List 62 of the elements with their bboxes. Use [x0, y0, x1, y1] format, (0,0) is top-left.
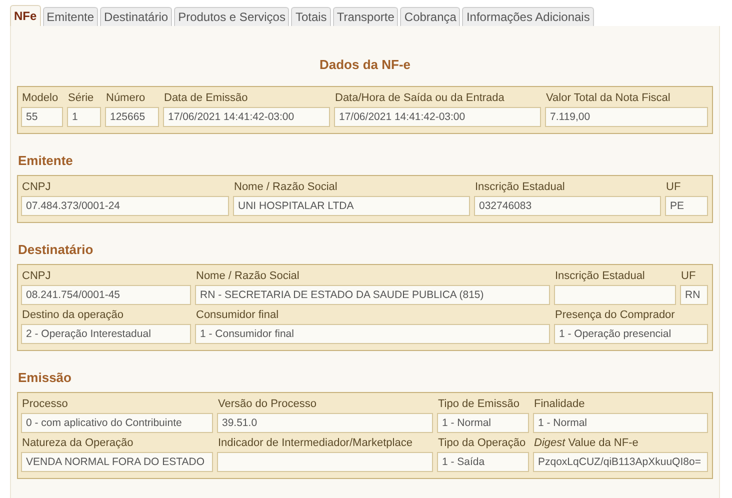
field-label: CNPJ [21, 269, 52, 284]
field-label: Inscrição Estadual [474, 180, 566, 195]
tab[interactable]: Informações Adicionais [462, 7, 594, 26]
input-field[interactable]: 1 - Consumidor final [195, 324, 550, 344]
field-label: Nome / Razão Social [233, 180, 338, 195]
field-label: Versão do Processo [217, 397, 318, 412]
field-label: Tipo da Operação [437, 436, 527, 451]
input-field[interactable]: VENDA NORMAL FORA DO ESTADO [21, 452, 213, 472]
field-label: Data/Hora de Saída ou da Entrada [334, 91, 506, 106]
input-field[interactable]: 1 - Operação presencial [554, 324, 708, 344]
section-heading: Emitente [17, 152, 74, 170]
input-field[interactable]: 17/06/2021 14:41:42-03:00 [163, 107, 330, 127]
field-label: Nome / Razão Social [195, 269, 300, 284]
field-label: Data de Emissão [163, 91, 249, 106]
input-field[interactable]: 1 - Normal [437, 413, 529, 433]
input-field[interactable]: PE [665, 196, 708, 216]
section-heading: Emissão [17, 369, 72, 387]
input-field[interactable]: 125665 [105, 107, 159, 127]
section-heading: Destinatário [17, 241, 94, 259]
field-label: Indicador de Intermediador/Marketplace [217, 436, 414, 451]
input-field[interactable]: 7.119,00 [545, 107, 708, 127]
input-field[interactable] [217, 452, 433, 472]
input-field[interactable]: 0 - com aplicativo do Contribuinte [21, 413, 213, 433]
tab[interactable]: Destinatário [100, 7, 172, 26]
input-field[interactable]: 17/06/2021 14:41:42-03:00 [334, 107, 541, 127]
input-field[interactable] [554, 285, 676, 305]
tab[interactable]: Emitente [42, 7, 98, 26]
tab[interactable]: Transporte [332, 7, 398, 26]
input-field[interactable]: RN [680, 285, 708, 305]
tab[interactable]: NFe [10, 5, 41, 26]
input-field[interactable]: 07.484.373/0001-24 [21, 196, 229, 216]
field-label: UF [665, 180, 682, 195]
input-field[interactable]: 39.51.0 [217, 413, 433, 433]
input-field[interactable]: UNI HOSPITALAR LTDA [233, 196, 470, 216]
field-label: Natureza da Operação [21, 436, 134, 451]
input-field[interactable]: 2 - Operação Interestadual [21, 324, 191, 344]
tab[interactable]: Cobrança [400, 7, 460, 26]
field-label: Série [67, 91, 95, 106]
field-label: Digest Value da NF-e [533, 436, 640, 451]
field-label: Tipo de Emissão [437, 397, 521, 412]
field-label: Consumidor final [195, 308, 280, 323]
field-label: Processo [21, 397, 69, 412]
field-label: UF [680, 269, 697, 284]
field-label: Número [105, 91, 146, 106]
field-label: Modelo [21, 91, 60, 106]
input-field[interactable]: 1 - Saída [437, 452, 529, 472]
field-label: Inscrição Estadual [554, 269, 646, 284]
input-field[interactable]: PzqoxLqCUZ/qiB113ApXkuuQI8o= [533, 452, 708, 472]
input-field[interactable]: RN - SECRETARIA DE ESTADO DA SAUDE PUBLICA (815) [195, 285, 550, 305]
field-label: CNPJ [21, 180, 52, 195]
field-label: Valor Total da Nota Fiscal [545, 91, 672, 106]
field-label: Presença do Comprador [554, 308, 676, 323]
section-heading: Dados da NF-e [318, 56, 412, 74]
field-label: Destino da operação [21, 308, 125, 323]
input-field[interactable]: 08.241.754/0001-45 [21, 285, 191, 305]
input-field[interactable]: 032746083 [474, 196, 661, 216]
tab[interactable]: Totais [291, 7, 331, 26]
input-field[interactable]: 1 [67, 107, 101, 127]
tab[interactable]: Produtos e Serviços [174, 7, 290, 26]
input-field[interactable]: 1 - Normal [533, 413, 708, 433]
input-field[interactable]: 55 [21, 107, 63, 127]
field-label: Finalidade [533, 397, 586, 412]
